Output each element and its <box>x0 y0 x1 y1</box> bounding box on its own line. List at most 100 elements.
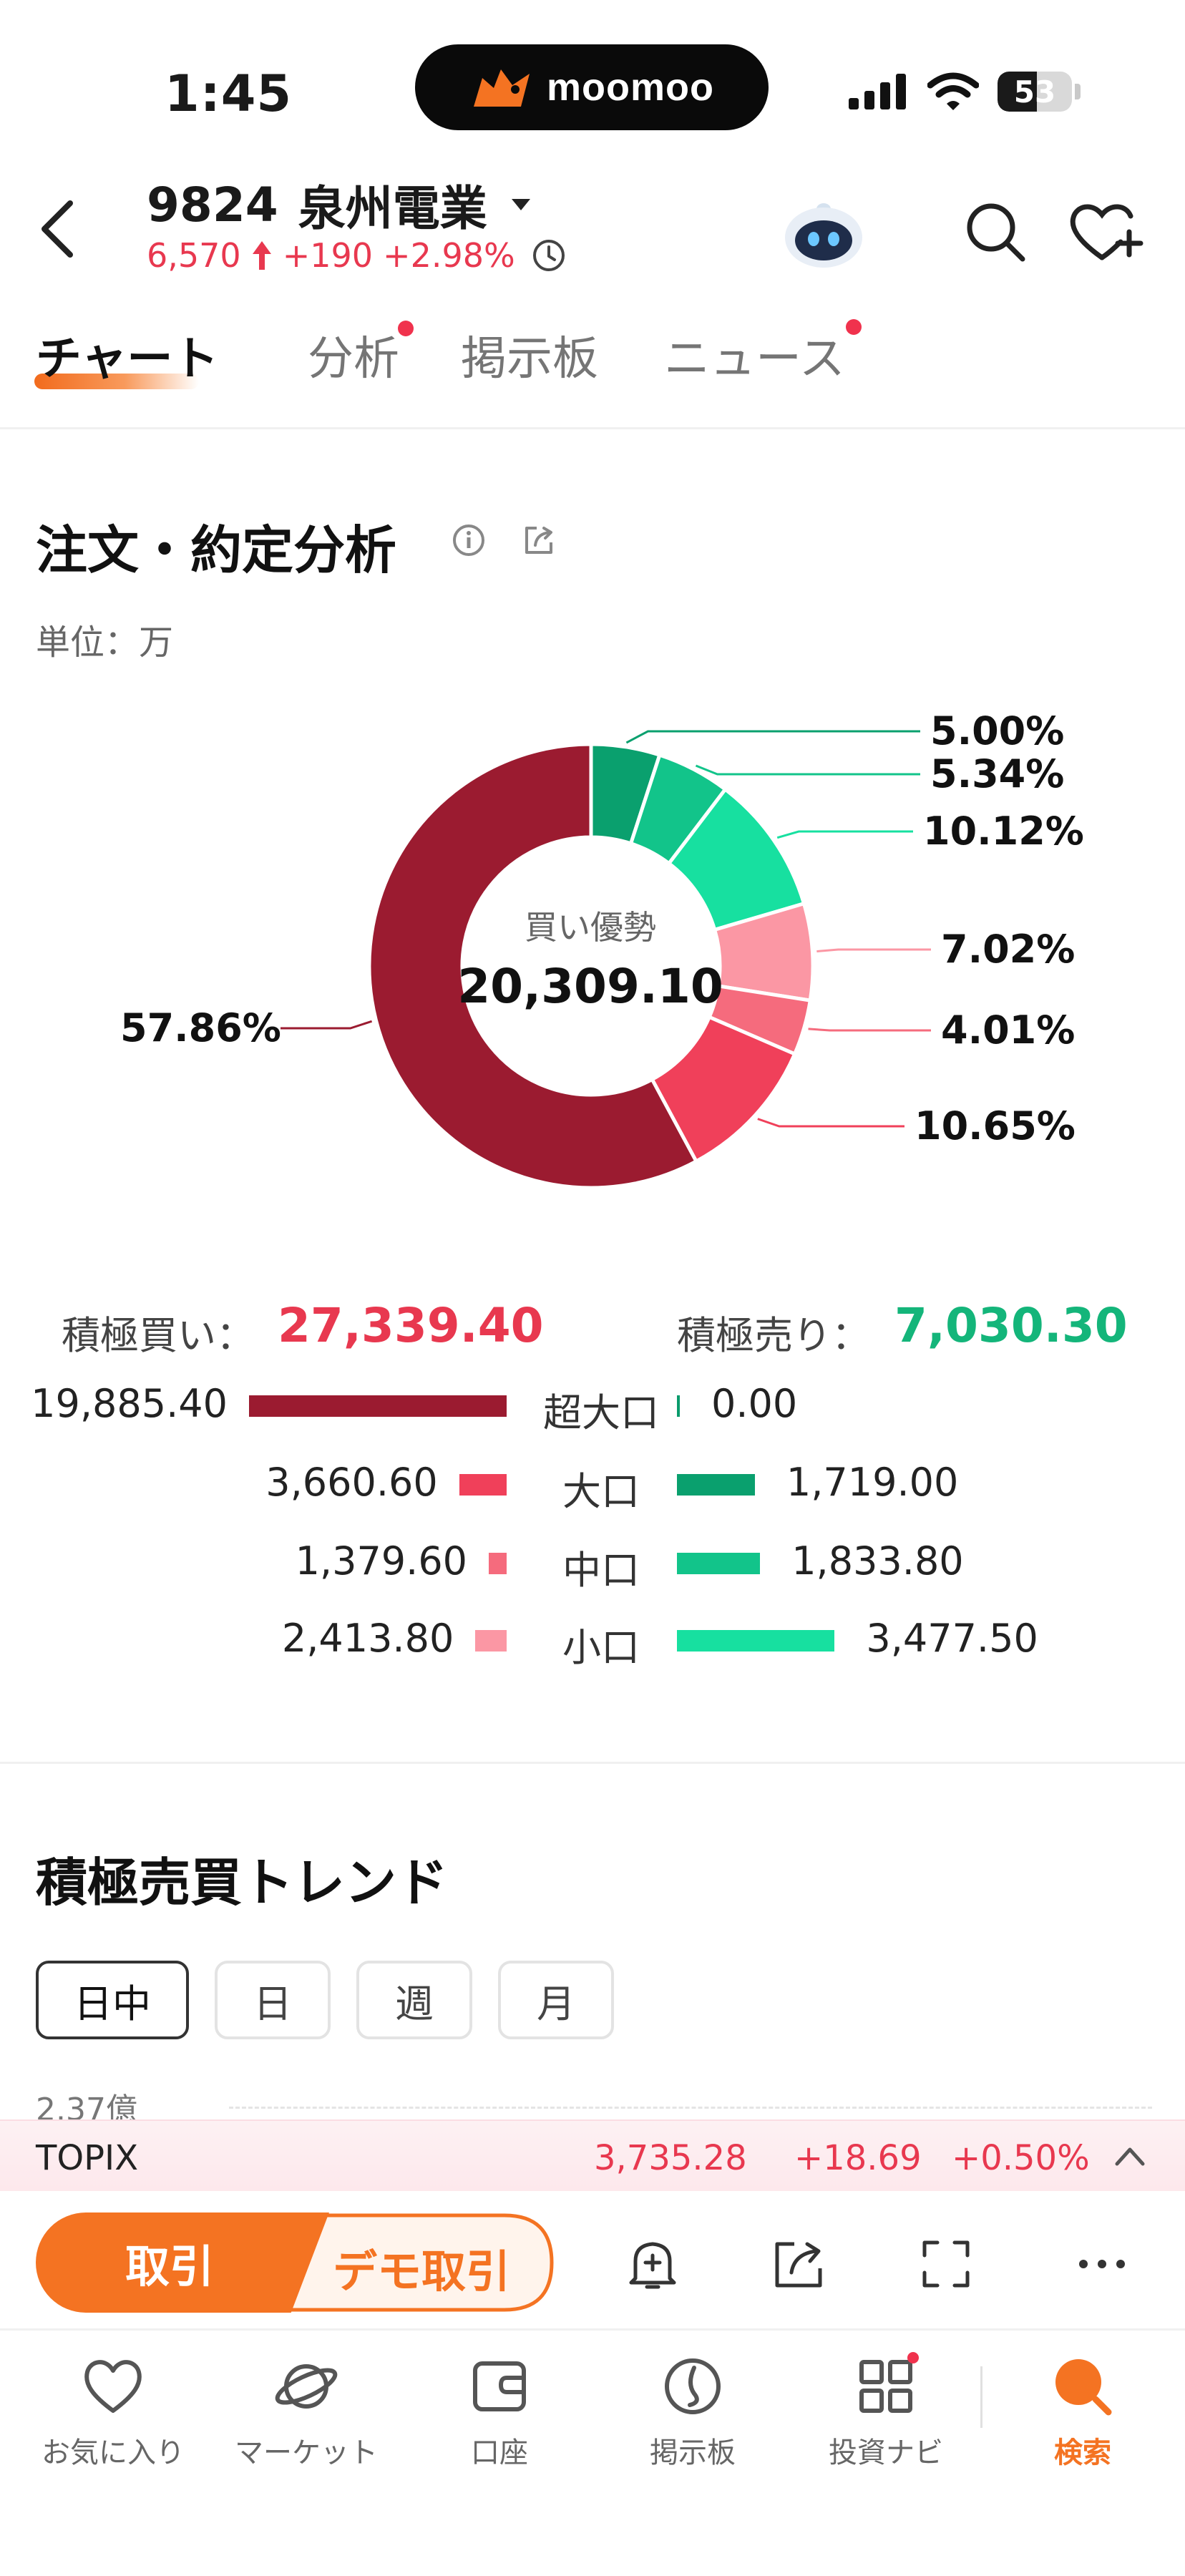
chevron-up-icon[interactable] <box>1113 2141 1147 2170</box>
period-week-button[interactable]: 週 <box>356 1961 472 2039</box>
wifi-icon <box>927 72 979 110</box>
status-time: 1:45 <box>165 64 293 123</box>
period-month-button[interactable]: 月 <box>498 1961 614 2039</box>
donut-leader-line <box>816 948 931 953</box>
breakdown-buy-value: 2,413.80 <box>281 1616 454 1661</box>
moomoo-logo-icon <box>474 69 530 107</box>
tab-board[interactable]: 掲示板 <box>461 322 598 388</box>
breakdown-buy-bar <box>249 1395 507 1417</box>
stock-header: 9824 泉州電業 6,570 +190 +2.98% <box>0 165 1185 286</box>
search-icon[interactable] <box>962 199 1027 263</box>
period-day-button[interactable]: 日 <box>215 1961 331 2039</box>
fullscreen-icon[interactable] <box>917 2235 975 2293</box>
nav-market[interactable]: マーケット <box>210 2352 403 2471</box>
stock-selector[interactable]: 9824 泉州電業 <box>147 170 532 239</box>
breakdown-category: 中口 <box>562 1548 640 1593</box>
battery-cap <box>1075 84 1081 99</box>
ticker-value: 3,735.28 <box>594 2138 747 2178</box>
ai-assistant-robot-icon[interactable] <box>781 195 866 272</box>
nav-account[interactable]: 口座 <box>403 2352 596 2471</box>
info-icon[interactable] <box>451 522 487 558</box>
breakdown-buy-bar <box>475 1630 507 1652</box>
battery-indicator: 53 <box>998 72 1072 112</box>
trade-button[interactable]: 取引 <box>36 2212 329 2313</box>
donut-leader-line <box>808 1028 931 1032</box>
breakdown-row: 1,379.60 中口 1,833.80 <box>0 1538 1185 1596</box>
breakdown-buy-bar <box>489 1553 507 1574</box>
donut-center-value: 20,309.10 <box>457 959 723 1014</box>
heart-icon <box>84 2360 142 2413</box>
section-divider <box>0 1762 1185 1764</box>
donut-percent-label: 4.01% <box>941 1008 1076 1053</box>
breakdown-sell-bar <box>677 1630 835 1652</box>
donut-leader-line <box>695 764 920 776</box>
nav-separator <box>980 2366 982 2428</box>
status-icons: 53 <box>849 72 1081 112</box>
tab-news-badge-dot <box>846 319 862 335</box>
stock-name: 泉州電業 <box>298 181 487 236</box>
breakdown-category: 小口 <box>562 1625 640 1670</box>
price-change-pct: +2.98% <box>383 236 515 275</box>
donut-percent-label: 10.65% <box>915 1103 1076 1148</box>
tab-analysis-badge-dot <box>398 321 414 336</box>
tab-chart[interactable]: チャート <box>36 322 218 388</box>
breakdown-row: 19,885.40 超大口 0.00 <box>0 1381 1185 1438</box>
trade-button-group: 取引 デモ取引 <box>36 2212 555 2313</box>
breakdown-sell-bar <box>677 1474 755 1496</box>
buy-total-value: 27,339.40 <box>278 1298 544 1353</box>
price-change: +190 <box>282 236 374 275</box>
nav-favorites[interactable]: お気に入り <box>16 2352 210 2471</box>
more-options-icon[interactable] <box>1073 2235 1131 2293</box>
share-icon[interactable] <box>521 522 557 558</box>
ticker-change: +18.69 <box>794 2138 922 2178</box>
back-arrow-icon[interactable] <box>29 193 86 265</box>
grid-icon <box>859 2352 919 2413</box>
order-donut-chart: 買い優勢 20,309.10 5.00% 5.34% 10.12% 7.02% 4.01… <box>0 680 1185 1252</box>
bottom-navigation: お気に入り マーケット 口座 掲示板 投資ナビ 検索 <box>0 2331 1185 2576</box>
sell-total-value: 7,030.30 <box>894 1298 1128 1353</box>
board-icon <box>665 2358 721 2414</box>
tab-news[interactable]: ニュース <box>664 322 845 388</box>
trend-period-selector: 日中 日 週 月 <box>36 1961 614 2039</box>
breakdown-buy-value: 19,885.40 <box>31 1381 228 1426</box>
nav-search[interactable]: 検索 <box>986 2352 1179 2471</box>
period-intraday-button[interactable]: 日中 <box>36 1961 189 2039</box>
clock-icon[interactable] <box>531 238 567 273</box>
index-ticker-bar[interactable]: TOPIX 3,735.28 +18.69 +0.50% <box>0 2119 1185 2191</box>
tab-analysis[interactable]: 分析 <box>308 322 399 388</box>
breakdown-sell-bar <box>677 1553 761 1574</box>
battery-level: 53 <box>1013 74 1056 109</box>
breakdown-sell-value: 1,833.80 <box>791 1538 964 1584</box>
donut-leader-line <box>757 1118 904 1128</box>
breakdown-buy-value: 3,660.60 <box>265 1460 438 1505</box>
sell-total-label: 積極売り： <box>677 1313 870 1358</box>
breakdown-sell-value: 1,719.00 <box>786 1460 959 1505</box>
planet-icon <box>275 2364 338 2409</box>
demo-trade-button[interactable]: デモ取引 <box>333 2235 510 2300</box>
action-bar: 取引 デモ取引 <box>0 2191 1185 2331</box>
breakdown-buy-value: 1,379.60 <box>295 1538 468 1584</box>
nav-invest-navi-label: 投資ナビ <box>829 2436 943 2469</box>
breakdown-row: 3,660.60 大口 1,719.00 <box>0 1460 1185 1517</box>
breakdown-category: 大口 <box>562 1469 640 1514</box>
status-bar: 1:45 moomoo 53 <box>0 0 1185 165</box>
nav-account-label: 口座 <box>471 2436 528 2469</box>
price-alert-bell-icon[interactable] <box>624 2235 681 2293</box>
tab-bar: チャート 分析 掲示板 ニュース <box>0 308 1185 429</box>
breakdown-sell-value: 3,477.50 <box>866 1616 1038 1661</box>
brand-text: moomoo <box>547 66 714 109</box>
stock-price: 6,570 <box>147 236 241 275</box>
trend-title: 積極売買トレンド <box>36 1853 449 1913</box>
buy-total-label: 積極買い： <box>62 1313 255 1358</box>
trend-grid-line <box>229 2107 1152 2109</box>
ticker-change-pct: +0.50% <box>952 2138 1090 2178</box>
breakdown-sell-bar <box>677 1395 680 1417</box>
nav-invest-navi[interactable]: 投資ナビ <box>789 2352 982 2471</box>
donut-percent-label: 5.00% <box>930 708 1065 753</box>
nav-favorites-label: お気に入り <box>42 2436 185 2469</box>
buy-sell-summary: 積極買い： 27,339.40 積極売り： 7,030.30 <box>0 1288 1185 1367</box>
nav-board[interactable]: 掲示板 <box>596 2352 789 2471</box>
donut-percent-label: 10.12% <box>923 809 1084 854</box>
add-to-favorites-heart-icon[interactable] <box>1066 199 1145 263</box>
share-icon[interactable] <box>770 2235 827 2293</box>
